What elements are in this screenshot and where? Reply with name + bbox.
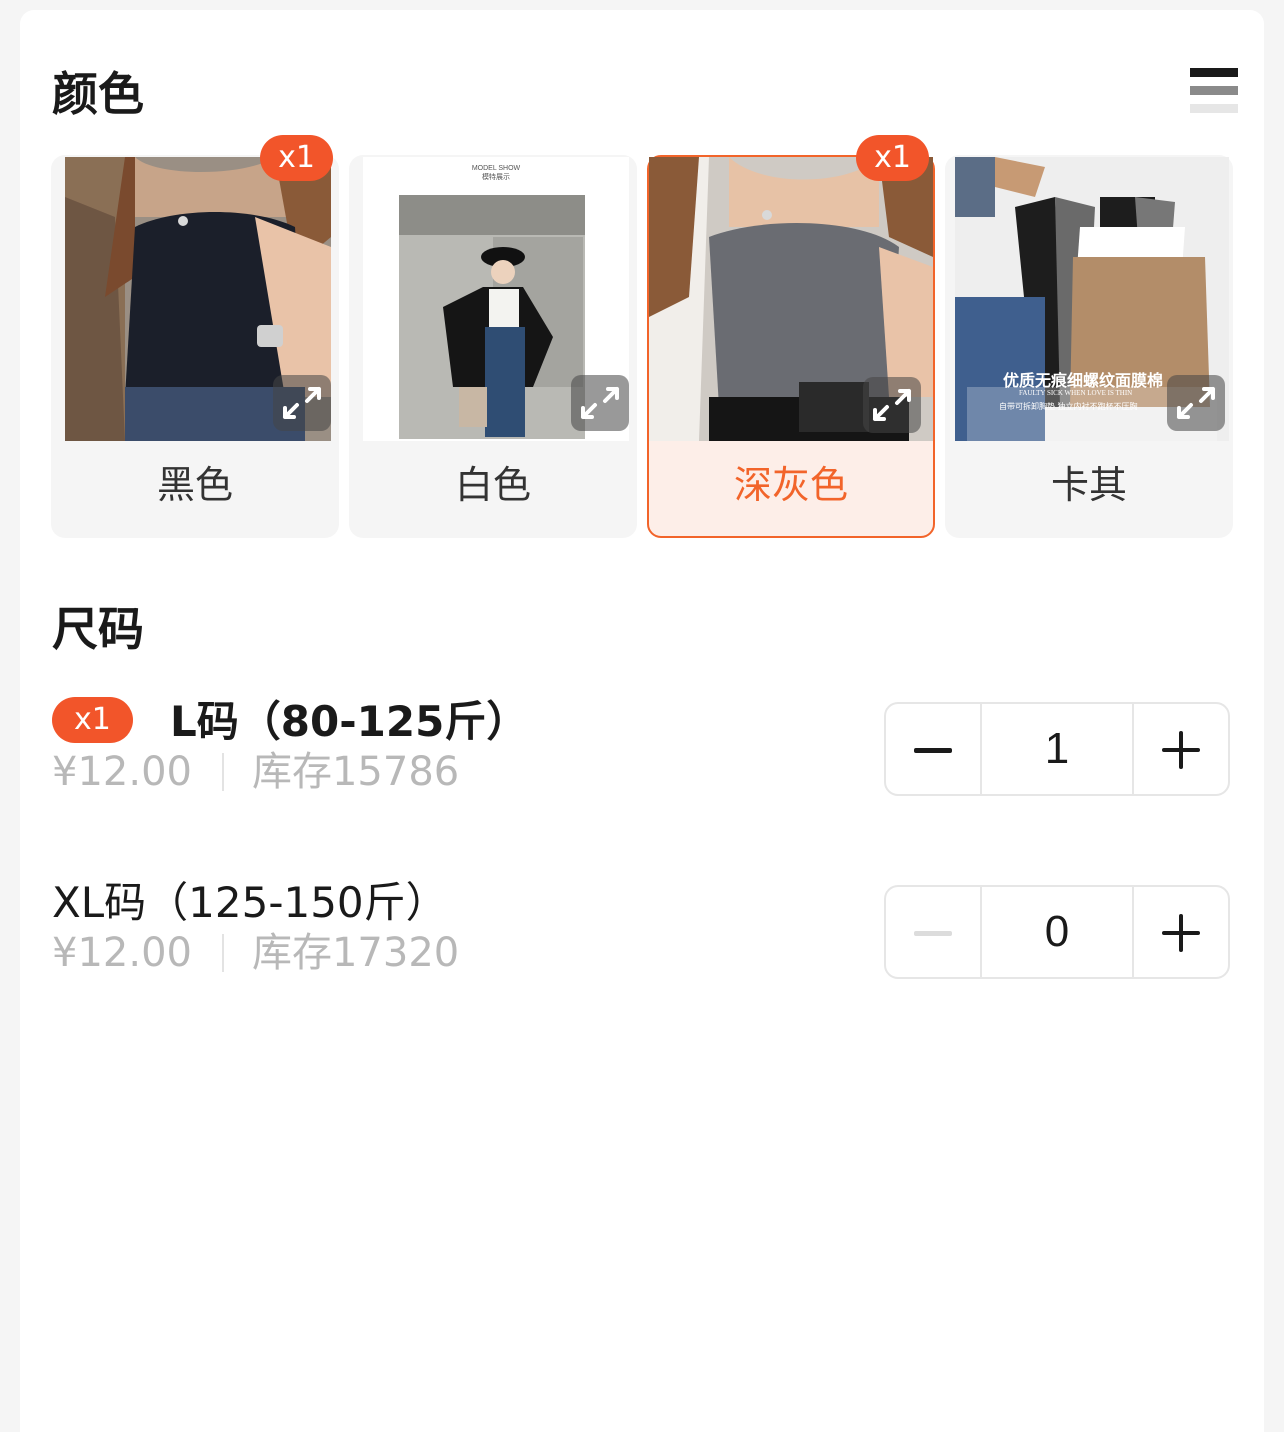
decrement-button[interactable] xyxy=(886,704,980,794)
expand-preview-button[interactable] xyxy=(571,375,629,431)
toggle-bar-dark xyxy=(1190,68,1238,77)
plus-icon xyxy=(1162,731,1200,769)
size-price-xl: ¥12.00 xyxy=(52,930,192,976)
thumbnail-overlay-sub2: 自带可拆卸胸垫 独立内衬不跑杯不压胸 xyxy=(999,402,1138,411)
toggle-bar-light xyxy=(1190,104,1238,113)
size-option-xl: XL码（125-150斤） ¥12.00 库存17320 0 xyxy=(52,876,1232,986)
size-option-l: x1 L码（80-125斤） ¥12.00 库存15786 1 xyxy=(52,695,1232,805)
color-option-dark-grey[interactable]: x1 深灰色 xyxy=(647,135,935,538)
size-meta-xl: ¥12.00 库存17320 xyxy=(52,928,459,978)
list-view-toggle-icon[interactable] xyxy=(1190,68,1240,118)
decrement-button-disabled[interactable] xyxy=(886,887,980,977)
meta-divider xyxy=(221,934,224,972)
size-stock-l: 库存15786 xyxy=(251,749,460,795)
size-section-title: 尺码 xyxy=(52,602,144,656)
color-label-black: 黑色 xyxy=(156,463,233,507)
expand-preview-button[interactable] xyxy=(863,377,921,433)
increment-button[interactable] xyxy=(1134,887,1228,977)
color-label-khaki: 卡其 xyxy=(1050,463,1127,507)
quantity-value-xl[interactable]: 0 xyxy=(980,887,1134,977)
color-option-white[interactable]: MODEL SHOW 模特展示 白色 xyxy=(349,155,637,538)
quantity-stepper-l[interactable]: 1 xyxy=(884,702,1230,796)
color-quantity-badge: x1 xyxy=(260,135,333,181)
meta-divider xyxy=(221,753,224,791)
color-quantity-badge: x1 xyxy=(856,135,929,181)
toggle-bar-mid xyxy=(1190,86,1238,95)
color-label-dark-grey: 深灰色 xyxy=(733,463,848,507)
color-option-black[interactable]: x1 黑色 xyxy=(51,135,339,538)
size-name-l: L码（80-125斤） xyxy=(170,697,529,746)
expand-preview-button[interactable] xyxy=(1167,375,1225,431)
expand-preview-button[interactable] xyxy=(273,375,331,431)
plus-icon xyxy=(1162,914,1200,952)
increment-button[interactable] xyxy=(1134,704,1228,794)
sku-selector-sheet: 颜色 x1 黑色 MODEL SHOW 模特展示 白色 x1 深灰色 优质无痕细… xyxy=(20,10,1264,1432)
size-quantity-badge: x1 xyxy=(52,697,133,743)
size-name-xl: XL码（125-150斤） xyxy=(52,878,448,927)
thumbnail-overlay-sub: FAULTY SICK WHEN LOVE IS THIN xyxy=(1019,389,1133,397)
quantity-value-l[interactable]: 1 xyxy=(980,704,1134,794)
size-meta-l: ¥12.00 库存15786 xyxy=(52,747,459,797)
color-section-title: 颜色 xyxy=(52,67,144,121)
quantity-stepper-xl[interactable]: 0 xyxy=(884,885,1230,979)
size-stock-xl: 库存17320 xyxy=(251,930,460,976)
minus-icon xyxy=(914,748,952,753)
size-price-l: ¥12.00 xyxy=(52,749,192,795)
color-option-khaki[interactable]: 优质无痕细螺纹面膜棉 FAULTY SICK WHEN LOVE IS THIN… xyxy=(945,155,1233,538)
color-label-white: 白色 xyxy=(454,463,531,507)
minus-icon xyxy=(914,931,952,936)
thumbnail-overlay-headline: 优质无痕细螺纹面膜棉 xyxy=(1003,371,1164,390)
